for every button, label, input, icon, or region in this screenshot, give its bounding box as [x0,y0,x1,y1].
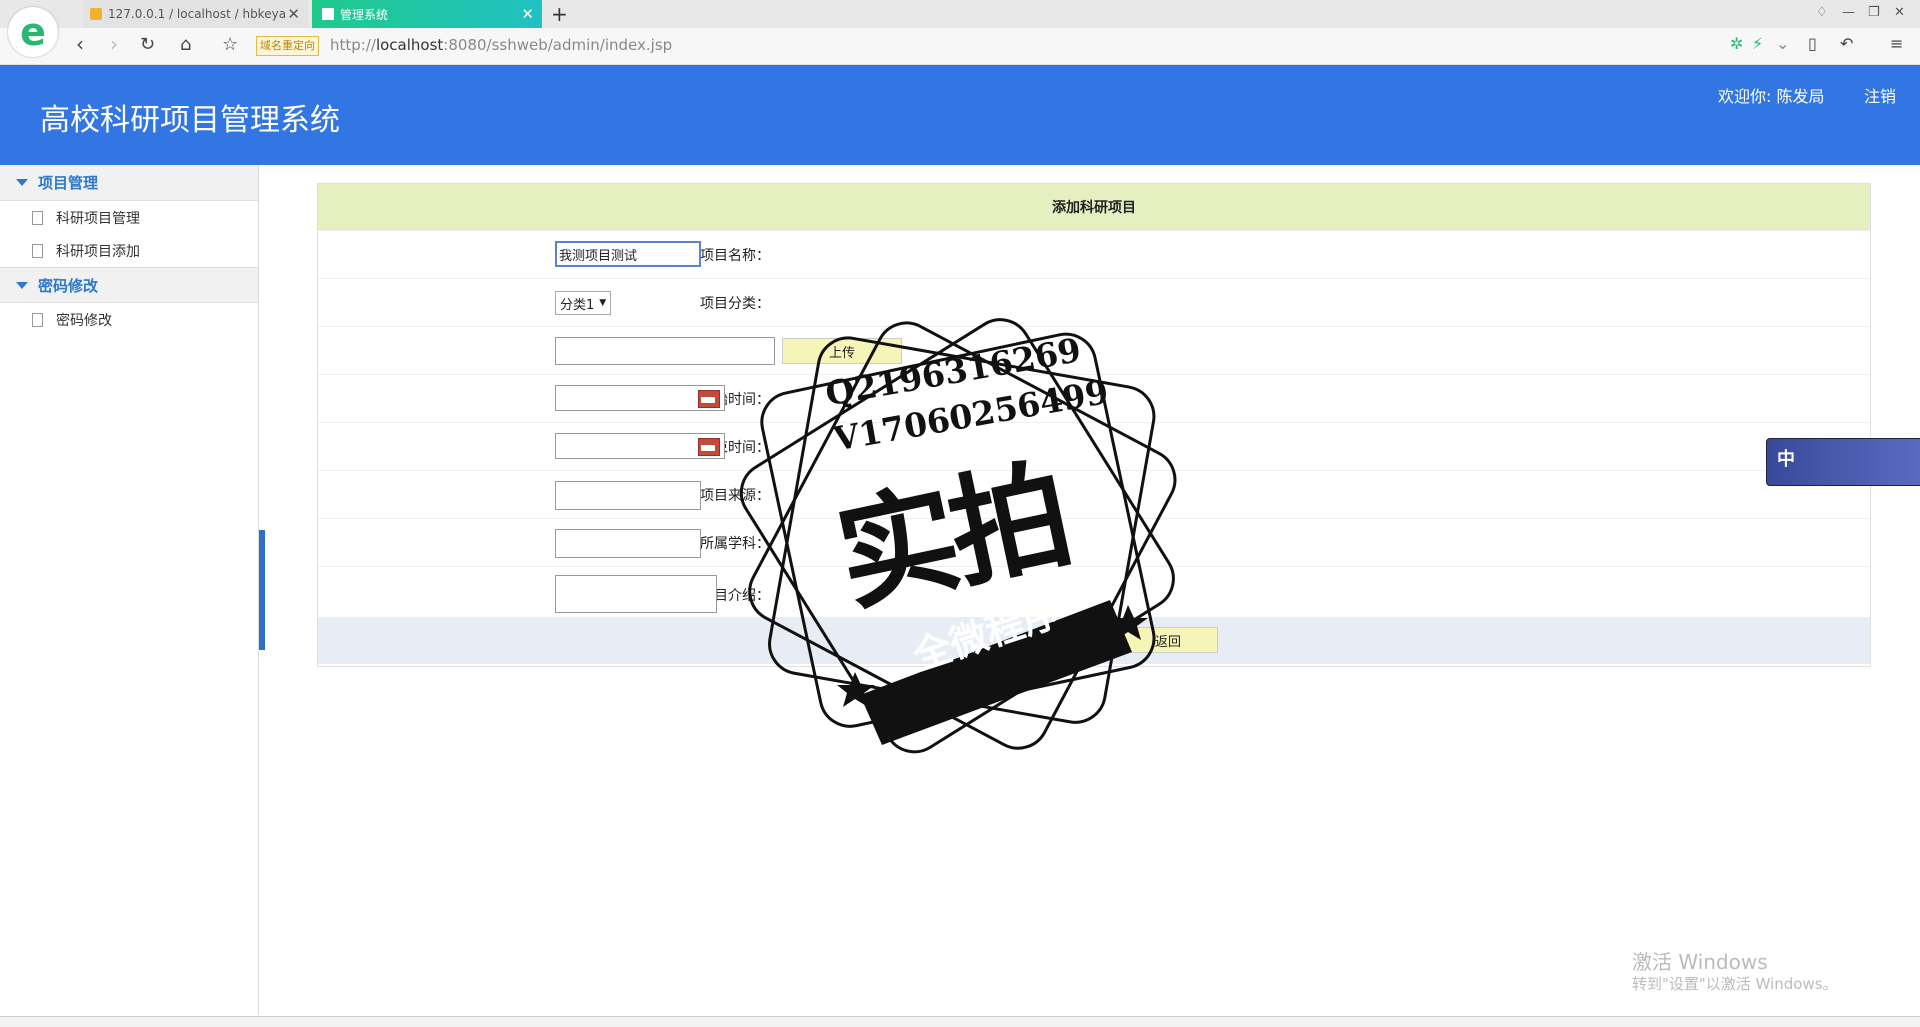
sidebar-item-password-change[interactable]: 密码修改 [0,303,258,336]
skin-icon[interactable]: ♢ [1816,5,1828,20]
document-icon [32,210,43,225]
document-icon [32,312,43,327]
sidebar-item-project-add[interactable]: 科研项目添加 [0,234,258,267]
undo-icon[interactable]: ↶ [1840,34,1853,53]
project-intro-textarea[interactable] [555,575,717,613]
subject-input[interactable] [555,529,701,558]
subject-label: 所属学科： [700,535,770,552]
restore-icon[interactable]: ❐ [1868,5,1880,20]
chevron-down-icon[interactable]: ⌄ [1776,34,1789,53]
sidebar-item-project-manage[interactable]: 科研项目管理 [0,201,258,234]
home-icon[interactable]: ⌂ [180,34,191,55]
sidebar-splitter-handle[interactable] [259,530,265,650]
logout-link[interactable]: 注销 [1864,83,1896,107]
new-tab-button[interactable]: + [551,2,568,26]
close-icon[interactable]: ✕ [287,5,300,23]
app-header: 高校科研项目管理系统 欢迎你: 陈发局 注销 [0,65,1920,165]
category-value: 分类1 [560,297,595,313]
activate-windows-hint: 转到"设置"以激活 Windows。 [1632,975,1838,993]
tab-label: 127.0.0.1 / localhost / hbkeya [108,7,287,21]
form-title: 添加科研项目 [318,184,1870,230]
triangle-down-icon [16,281,28,289]
sidebar: 项目管理 科研项目管理 科研项目添加 密码修改 密码修改 [0,165,259,1015]
row-intro: 项目介绍： [318,566,1870,623]
sidebar-section-password[interactable]: 密码修改 [0,267,258,303]
project-source-input[interactable] [555,481,701,510]
category-select[interactable]: 分类1 ▼ [555,291,612,315]
row-source: 项目来源： [318,470,1870,518]
url-path: :8080/sshweb/admin/index.jsp [443,36,673,54]
page-icon [322,8,334,20]
source-label: 项目来源： [700,487,770,504]
row-subject: 所属学科： [318,518,1870,566]
row-category: 项目分类： 分类1 ▼ [318,278,1870,326]
address-bar[interactable]: http://localhost:8080/sshweb/admin/index… [330,36,672,54]
forward-icon[interactable]: › [110,32,118,56]
redirect-badge[interactable]: 域名重定向 [256,36,319,56]
browser-tab-admin[interactable]: 管理系统 ✕ [312,0,542,28]
browser-tab-phpmyadmin[interactable]: 127.0.0.1 / localhost / hbkeya ✕ [82,0,308,28]
url-host: localhost [375,36,444,54]
attachment-input[interactable] [555,337,775,365]
tab-label: 管理系统 [340,7,389,22]
welcome-text: 欢迎你: 陈发局 [1718,87,1825,106]
project-name-input[interactable]: 我测项目测试 [555,241,701,267]
sidebar-item-label: 密码修改 [56,312,112,329]
browser-toolbar: ‹ › ↻ ⌂ ☆ 域名重定向 http://localhost:8080/ss… [0,28,1920,65]
sidebar-section-project[interactable]: 项目管理 [0,165,258,201]
ime-toolbar[interactable]: 中 [1766,438,1920,486]
close-icon[interactable]: ✕ [521,5,534,23]
calendar-icon[interactable] [698,390,720,408]
category-label: 项目分类： [700,295,770,312]
activate-windows-title: 激活 Windows [1632,950,1768,974]
browser-status-bar [0,1016,1920,1027]
row-name: 项目名称： 我测项目测试 [318,230,1870,278]
browser-logo: e [8,7,58,57]
sidebar-item-label: 科研项目管理 [56,210,140,227]
triangle-down-icon [16,179,28,186]
lightning-icon[interactable]: ⚡ [1752,34,1763,53]
document-icon [32,243,43,258]
bookmark-star-icon[interactable]: ☆ [222,34,238,55]
back-icon[interactable]: ‹ [76,32,84,56]
calendar-icon[interactable] [698,438,720,456]
section-title: 密码修改 [38,276,99,295]
reload-icon[interactable]: ↻ [140,34,155,55]
dropdown-arrow-icon: ▼ [599,298,607,308]
form-footer: 返回 [318,617,1870,664]
section-title: 项目管理 [38,174,99,192]
row-end-date: 结束时间： [318,422,1870,470]
phpmyadmin-icon [90,8,102,20]
url-prefix: http:// [330,36,376,54]
back-button[interactable]: 返回 [1118,627,1218,653]
name-label: 项目名称： [700,247,770,264]
browser-tab-bar: 127.0.0.1 / localhost / hbkeya ✕ 管理系统 ✕ … [0,0,1920,28]
app-title: 高校科研项目管理系统 [40,103,340,138]
ime-mode[interactable]: 中 [1777,445,1795,471]
accelerate-icon[interactable]: ✲ [1730,34,1743,53]
reading-mode-icon[interactable]: ▯ [1808,34,1817,53]
sidebar-item-label: 科研项目添加 [56,243,140,260]
add-project-form: 添加科研项目 项目名称： 我测项目测试 项目分类： 分类1 ▼ 附件： 上传 开… [317,183,1871,667]
menu-icon[interactable]: ≡ [1890,34,1903,53]
close-window-icon[interactable]: ✕ [1894,5,1905,20]
minimize-icon[interactable]: — [1842,5,1855,20]
